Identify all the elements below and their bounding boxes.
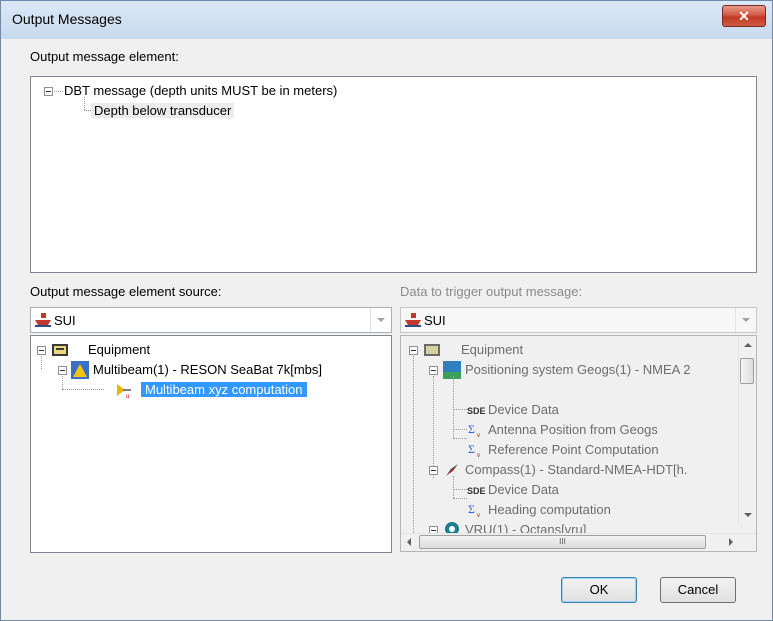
trigger-equipment-node[interactable]: Equipment (461, 340, 523, 360)
svg-text:Σ: Σ (468, 422, 475, 436)
positioning-device-data-node[interactable]: Device Data (488, 400, 559, 420)
svg-text:u: u (126, 394, 129, 399)
horizontal-scroll-thumb[interactable]: III (419, 535, 706, 549)
device-data-icon: SDEV (467, 486, 485, 496)
collapse-icon[interactable] (429, 466, 438, 475)
scroll-left-arrow-icon[interactable] (407, 538, 411, 546)
svg-text:SDEV: SDEV (467, 406, 485, 416)
collapse-icon[interactable] (58, 366, 67, 375)
output-messages-dialog: Output Messages ✕ Output message element… (0, 0, 773, 621)
collapse-icon[interactable] (429, 366, 438, 375)
reference-point-node[interactable]: Reference Point Computation (488, 440, 659, 460)
ship-icon (35, 313, 51, 327)
antenna-position-node[interactable]: Antenna Position from Geogs (488, 420, 658, 440)
output-message-element-label: Output message element: (30, 49, 179, 64)
svg-text:Σ: Σ (468, 502, 475, 516)
horizontal-scrollbar[interactable]: III (401, 533, 756, 551)
equipment-icon (52, 344, 68, 356)
heading-computation-node[interactable]: Heading computation (488, 500, 611, 520)
svg-text:v: v (477, 433, 480, 438)
collapse-icon[interactable] (37, 346, 46, 355)
window-title: Output Messages (12, 11, 122, 27)
title-bar: Output Messages ✕ (1, 1, 772, 39)
svg-text:v: v (477, 453, 480, 458)
depth-below-transducer-node[interactable]: Depth below transducer (91, 103, 235, 118)
close-button[interactable]: ✕ (722, 5, 766, 27)
svg-text:Σ: Σ (468, 442, 475, 456)
cancel-button[interactable]: Cancel (660, 577, 736, 603)
scroll-up-arrow-icon[interactable] (744, 343, 752, 347)
vertical-scroll-thumb[interactable] (740, 358, 754, 384)
collapse-icon[interactable] (44, 87, 53, 96)
computation-icon: Σ v (468, 502, 480, 518)
positioning-system-icon (443, 361, 461, 379)
output-message-element-tree[interactable]: DBT message (depth units MUST be in mete… (30, 76, 757, 273)
source-combo-value: SUI (54, 313, 76, 328)
compass-icon (446, 464, 458, 476)
trigger-label: Data to trigger output message: (400, 284, 583, 299)
dropdown-arrow-icon[interactable] (370, 308, 391, 332)
device-data-icon: SDEV (467, 406, 485, 416)
multibeam-node[interactable]: Multibeam(1) - RESON SeaBat 7k[mbs] (93, 360, 322, 380)
dbt-message-node[interactable]: DBT message (depth units MUST be in mete… (64, 81, 337, 101)
source-tree[interactable]: Equipment Multibeam(1) - RESON SeaBat 7k… (30, 335, 392, 553)
positioning-system-node[interactable]: Positioning system Geogs(1) - NMEA 2 (465, 360, 690, 380)
scroll-right-arrow-icon[interactable] (729, 538, 733, 546)
vertical-scrollbar[interactable] (738, 336, 756, 524)
dropdown-arrow-icon[interactable] (735, 308, 756, 332)
svg-text:SDEV: SDEV (467, 486, 485, 496)
multibeam-icon (71, 361, 89, 379)
equipment-icon (424, 344, 440, 356)
equipment-node[interactable]: Equipment (88, 340, 150, 360)
trigger-combo[interactable]: SUI (400, 307, 757, 333)
svg-text:v: v (477, 513, 480, 518)
trigger-tree[interactable]: Equipment Positioning system Geogs(1) - … (400, 335, 757, 552)
xyz-computation-icon: u (117, 384, 131, 399)
ship-icon (405, 313, 421, 327)
multibeam-xyz-computation-node[interactable]: Multibeam xyz computation (141, 382, 307, 397)
source-combo[interactable]: SUI (30, 307, 392, 333)
compass-device-data-node[interactable]: Device Data (488, 480, 559, 500)
collapse-icon[interactable] (409, 346, 418, 355)
computation-icon: Σ v (468, 422, 480, 438)
source-label: Output message element source: (30, 284, 222, 299)
trigger-combo-value: SUI (424, 313, 446, 328)
ok-button[interactable]: OK (561, 577, 637, 603)
compass-node[interactable]: Compass(1) - Standard-NMEA-HDT[h. (465, 460, 688, 480)
computation-icon: Σ v (468, 442, 480, 458)
scroll-down-arrow-icon[interactable] (744, 513, 752, 517)
